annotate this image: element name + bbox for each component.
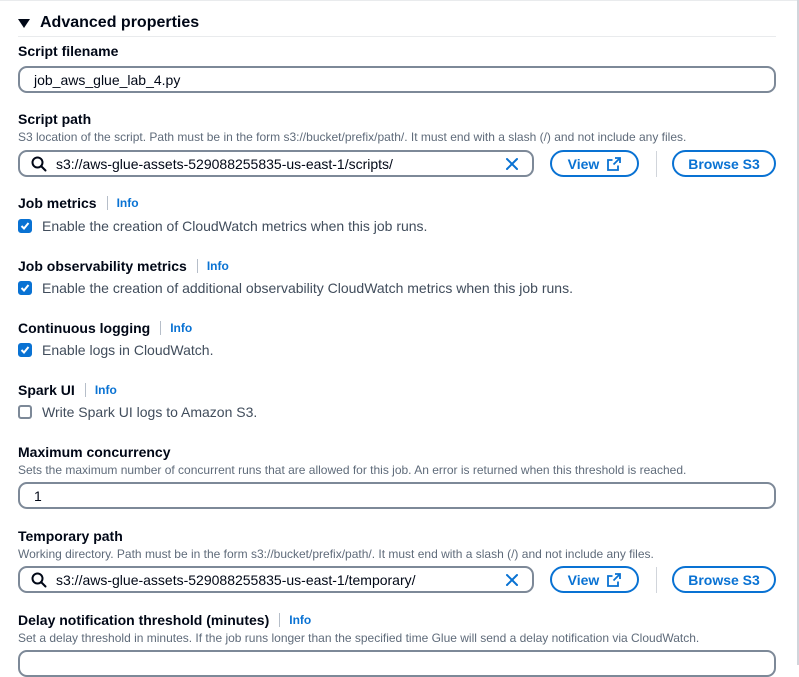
script-path-view-button[interactable]: View — [550, 150, 639, 177]
info-separator — [279, 613, 281, 627]
info-separator — [106, 196, 108, 210]
job-metrics-field: Job metrics Info — [18, 193, 776, 213]
script-path-label: Script path — [18, 111, 92, 127]
temporary-path-description: Working directory. Path must be in the f… — [18, 547, 654, 561]
delay-notification-label: Delay notification threshold (minutes) — [18, 612, 270, 628]
button-divider — [656, 567, 657, 593]
max-concurrency-input[interactable]: 1 — [18, 482, 776, 509]
job-observability-info-link[interactable]: Info — [207, 259, 229, 273]
temporary-path-view-button[interactable]: View — [550, 566, 639, 593]
temporary-path-input[interactable]: s3://aws-glue-assets-529088255835-us-eas… — [18, 566, 534, 593]
browse-s3-label: Browse S3 — [688, 155, 760, 172]
search-icon — [31, 572, 47, 587]
continuous-logging-info-link[interactable]: Info — [170, 321, 192, 335]
continuous-logging-checkbox-label: Enable logs in CloudWatch. — [42, 342, 214, 358]
continuous-logging-label: Continuous logging — [18, 320, 151, 336]
job-observability-field: Job observability metrics Info — [18, 256, 776, 276]
clear-icon[interactable] — [504, 156, 520, 172]
caret-down-icon — [18, 18, 30, 28]
delay-notification-input[interactable] — [18, 650, 776, 677]
continuous-logging-checkbox-row[interactable]: Enable logs in CloudWatch. — [18, 342, 213, 358]
browse-s3-label: Browse S3 — [688, 571, 760, 588]
info-separator — [160, 321, 162, 335]
job-observability-checkbox-label: Enable the creation of additional observ… — [42, 280, 573, 296]
job-observability-checkbox[interactable] — [18, 281, 32, 295]
external-link-icon — [607, 156, 622, 171]
checkmark-icon — [20, 222, 30, 230]
clear-icon[interactable] — [504, 572, 520, 588]
spark-ui-info-link[interactable]: Info — [95, 383, 117, 397]
search-icon — [31, 156, 47, 171]
info-separator — [196, 259, 198, 273]
script-filename-value: job_aws_glue_lab_4.py — [34, 71, 181, 88]
advanced-properties-toggle[interactable]: Advanced properties — [18, 14, 199, 32]
script-path-description: S3 location of the script. Path must be … — [18, 130, 687, 144]
max-concurrency-field: Maximum concurrency Sets the maximum num… — [18, 442, 776, 478]
spark-ui-label: Spark UI — [18, 382, 75, 398]
script-path-browse-s3-button[interactable]: Browse S3 — [672, 150, 776, 177]
max-concurrency-description: Sets the maximum number of concurrent ru… — [18, 463, 687, 477]
spark-ui-checkbox-label: Write Spark UI logs to Amazon S3. — [42, 404, 258, 420]
script-path-field: Script path S3 location of the script. P… — [18, 109, 776, 145]
view-label: View — [567, 571, 600, 588]
spark-ui-checkbox[interactable] — [18, 405, 32, 419]
script-path-input[interactable]: s3://aws-glue-assets-529088255835-us-eas… — [18, 150, 534, 177]
delay-notification-description: Set a delay threshold in minutes. If the… — [18, 631, 700, 645]
script-filename-label: Script filename — [18, 43, 119, 59]
max-concurrency-value: 1 — [34, 487, 42, 504]
header-divider — [18, 36, 776, 37]
job-observability-label: Job observability metrics — [18, 258, 187, 274]
temporary-path-browse-s3-button[interactable]: Browse S3 — [672, 566, 776, 593]
view-label: View — [567, 155, 600, 172]
temporary-path-value: s3://aws-glue-assets-529088255835-us-eas… — [56, 571, 416, 588]
job-metrics-label: Job metrics — [18, 195, 97, 211]
delay-notification-info-link[interactable]: Info — [289, 613, 311, 627]
job-metrics-checkbox[interactable] — [18, 219, 32, 233]
info-separator — [84, 383, 86, 397]
top-border — [0, 0, 797, 1]
spark-ui-field: Spark UI Info — [18, 380, 776, 400]
job-metrics-checkbox-label: Enable the creation of CloudWatch metric… — [42, 218, 428, 234]
script-filename-field: Script filename — [18, 41, 776, 61]
temporary-path-label: Temporary path — [18, 528, 123, 544]
continuous-logging-field: Continuous logging Info — [18, 318, 776, 338]
checkmark-icon — [20, 346, 30, 354]
max-concurrency-label: Maximum concurrency — [18, 444, 171, 460]
job-observability-checkbox-row[interactable]: Enable the creation of additional observ… — [18, 280, 573, 296]
job-metrics-checkbox-row[interactable]: Enable the creation of CloudWatch metric… — [18, 218, 427, 234]
script-filename-input[interactable]: job_aws_glue_lab_4.py — [18, 66, 776, 93]
external-link-icon — [607, 572, 622, 587]
continuous-logging-checkbox[interactable] — [18, 343, 32, 357]
checkmark-icon — [20, 284, 30, 292]
temporary-path-field: Temporary path Working directory. Path m… — [18, 526, 776, 562]
section-title: Advanced properties — [40, 14, 200, 31]
job-metrics-info-link[interactable]: Info — [117, 196, 139, 210]
button-divider — [656, 151, 657, 177]
spark-ui-checkbox-row[interactable]: Write Spark UI logs to Amazon S3. — [18, 404, 257, 420]
script-path-value: s3://aws-glue-assets-529088255835-us-eas… — [56, 155, 393, 172]
delay-notification-field: Delay notification threshold (minutes) I… — [18, 610, 776, 646]
